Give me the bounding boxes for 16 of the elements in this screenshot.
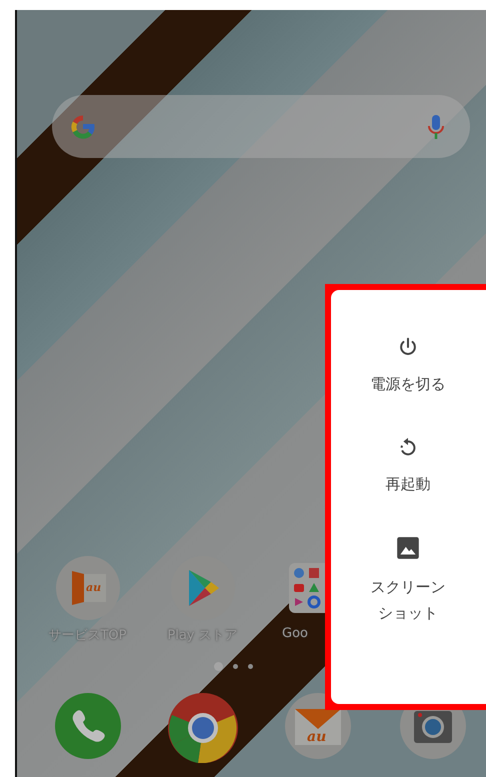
logo-text: au — [86, 581, 101, 594]
menu-item-label: 再起動 — [384, 474, 432, 494]
logo-text: au — [306, 729, 326, 745]
search-bar[interactable] — [52, 95, 470, 158]
g-logo-icon — [70, 114, 96, 140]
power-menu-item[interactable]: スクリーンショット — [369, 535, 447, 626]
app-label: Goo — [282, 626, 308, 641]
power-menu-item[interactable]: 再起動 — [369, 436, 447, 497]
microphone-icon[interactable] — [428, 114, 444, 140]
power-icon — [397, 336, 419, 358]
menu-item-label: スクリーンショット — [370, 577, 446, 624]
image-icon — [395, 535, 421, 561]
browser-icon — [168, 693, 238, 763]
phone-icon — [54, 693, 120, 759]
menu-item-label: 電源を切る — [370, 374, 446, 395]
power-menu-item[interactable]: 電源を切る — [369, 336, 447, 398]
